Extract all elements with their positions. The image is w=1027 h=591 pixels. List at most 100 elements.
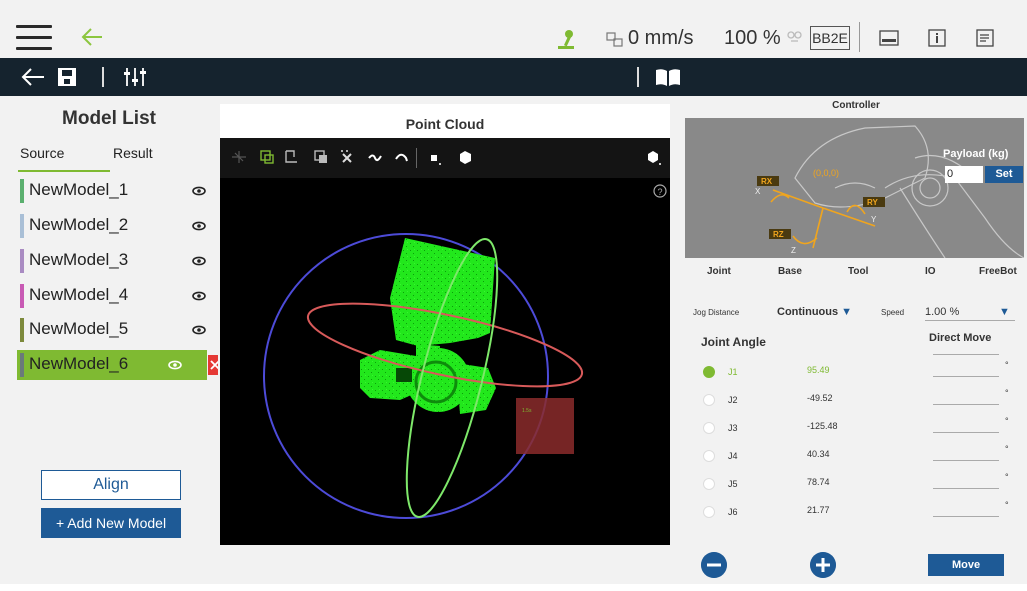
eye-icon[interactable] <box>191 218 207 234</box>
direct-move-input[interactable] <box>933 488 999 489</box>
save-icon[interactable] <box>56 66 78 88</box>
joint-radio[interactable] <box>703 478 715 490</box>
keyboard-icon[interactable] <box>878 27 900 49</box>
model-name: NewModel_5 <box>29 319 129 338</box>
robot-arm-illustration: RX RY RZ (0,0,0) X Y Z <box>755 125 1024 258</box>
set-payload-button[interactable]: Set <box>985 166 1023 183</box>
joint-value: 95.49 <box>807 365 830 375</box>
joint-radio[interactable] <box>703 506 715 518</box>
degree-unit: ° <box>1005 444 1009 454</box>
joint-radio[interactable] <box>703 422 715 434</box>
joystick-icon[interactable] <box>555 28 577 50</box>
model-list-item[interactable]: NewModel_1 <box>17 176 207 206</box>
joint-row: J4 40.34 ° <box>685 444 1027 466</box>
direct-move-input[interactable] <box>933 516 999 517</box>
controller-panel: Controller RX RY RZ (0,0,0) X Y Z Payloa… <box>685 96 1027 584</box>
joint-row: J6 21.77 ° <box>685 500 1027 522</box>
cube-view-icon[interactable] <box>456 148 474 166</box>
joint-row: J5 78.74 ° <box>685 472 1027 494</box>
status-badge[interactable]: BB2E <box>810 26 850 50</box>
copy-region-icon[interactable] <box>312 148 330 166</box>
joint-name: J2 <box>728 395 738 405</box>
model-color-bar <box>20 284 24 308</box>
joint-radio[interactable] <box>703 366 715 378</box>
ry-label: RY <box>867 198 878 207</box>
direct-move-input[interactable] <box>933 432 999 433</box>
mode-tab-freebot[interactable]: FreeBot <box>979 266 1017 277</box>
z-axis-label: Z <box>791 246 796 255</box>
point-cloud-object <box>360 238 496 414</box>
point-cloud-scene[interactable]: 1.5s ? <box>220 178 670 545</box>
joint-radio[interactable] <box>703 394 715 406</box>
direct-move-input[interactable] <box>933 404 999 405</box>
jog-distance-select[interactable]: Continuous ▼ <box>777 306 852 318</box>
speed-indicator-icon <box>606 32 623 47</box>
eye-icon[interactable] <box>167 357 183 373</box>
joint-name: J3 <box>728 423 738 433</box>
chevron-down-icon[interactable]: ▼ <box>999 306 1010 318</box>
clear-selection-icon[interactable] <box>338 148 356 166</box>
model-list-item[interactable]: NewModel_4 <box>17 281 207 311</box>
model-list-item[interactable]: NewModel_6 <box>17 350 222 380</box>
snap-icon[interactable] <box>230 148 248 166</box>
roi-label: 1.5s <box>522 408 532 414</box>
tab-source[interactable]: Source <box>20 145 64 161</box>
model-name: NewModel_1 <box>29 180 129 199</box>
direct-move-input[interactable] <box>933 460 999 461</box>
eye-icon[interactable] <box>191 322 207 338</box>
model-list-item[interactable]: NewModel_2 <box>17 211 207 241</box>
model-list-item[interactable]: NewModel_3 <box>17 246 207 276</box>
joint-value: -49.52 <box>807 393 833 403</box>
eye-icon[interactable] <box>191 253 207 269</box>
view-menu-icon[interactable] <box>644 148 662 166</box>
point-size-icon[interactable] <box>426 148 444 166</box>
model-name: NewModel_6 <box>29 354 129 373</box>
model-list-panel: Model List Source Result NewModel_1 NewMo… <box>0 96 222 584</box>
joint-angle-title: Joint Angle <box>701 335 766 349</box>
plus-button[interactable] <box>810 552 836 578</box>
roi-box[interactable] <box>516 398 574 454</box>
align-button[interactable]: Align <box>41 470 181 500</box>
smooth-icon[interactable] <box>366 148 384 166</box>
direct-move-input[interactable] <box>933 376 999 377</box>
point-cloud-viewport[interactable]: 1.5s ? <box>220 178 670 545</box>
help-glyph: ? <box>657 187 662 197</box>
move-button[interactable]: Move <box>928 554 1004 576</box>
panel-title: Model List <box>62 108 156 129</box>
eye-icon[interactable] <box>191 288 207 304</box>
model-name: NewModel_4 <box>29 285 129 304</box>
back-icon[interactable] <box>20 66 46 88</box>
joint-radio[interactable] <box>703 450 715 462</box>
joint-value: 78.74 <box>807 477 830 487</box>
back-arrow-icon[interactable] <box>80 24 104 50</box>
rotate-icon[interactable] <box>392 148 410 166</box>
mode-tab-io[interactable]: IO <box>925 266 936 277</box>
tab-result[interactable]: Result <box>113 145 153 161</box>
model-color-bar <box>20 318 24 342</box>
mode-tab-tool[interactable]: Tool <box>848 266 868 277</box>
hamburger-menu-icon[interactable] <box>16 25 52 51</box>
payload-input[interactable]: 0 <box>945 166 983 183</box>
rz-label: RZ <box>773 230 784 239</box>
minus-button[interactable] <box>701 552 727 578</box>
divider <box>859 22 860 52</box>
point-cloud-toolbar <box>220 138 670 178</box>
mode-tab-base[interactable]: Base <box>778 266 802 277</box>
box-select-icon[interactable] <box>258 148 276 166</box>
speed-select[interactable]: 1.00 % <box>925 306 959 318</box>
settings-sliders-icon[interactable] <box>122 66 150 88</box>
model-name: NewModel_2 <box>29 215 129 234</box>
mode-tab-joint[interactable]: Joint <box>707 266 731 277</box>
tab-indicator <box>18 170 110 172</box>
log-icon[interactable] <box>974 27 996 49</box>
crop-icon[interactable] <box>282 148 300 166</box>
book-icon[interactable] <box>654 66 682 88</box>
eye-icon[interactable] <box>191 183 207 199</box>
help-icon[interactable]: ? <box>653 184 667 198</box>
direct-move-title: Direct Move <box>929 332 992 344</box>
add-new-model-button[interactable]: + Add New Model <box>41 508 181 538</box>
joint-value: -125.48 <box>807 421 838 431</box>
info-icon[interactable] <box>926 27 948 49</box>
y-axis-label: Y <box>871 215 877 224</box>
model-list-item[interactable]: NewModel_5 <box>17 315 207 345</box>
